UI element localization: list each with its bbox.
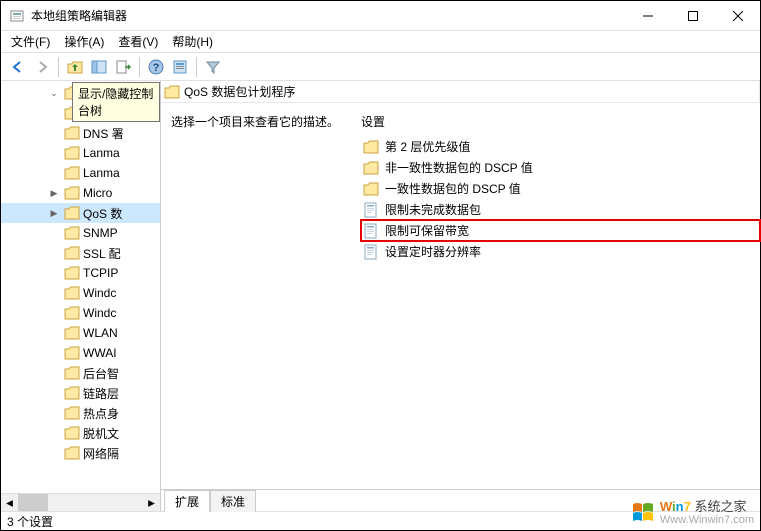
collapse-icon[interactable]: ⌄ [49, 88, 59, 99]
menu-action[interactable]: 操作(A) [64, 33, 104, 50]
tab-standard[interactable]: 标准 [210, 490, 256, 512]
tree-item[interactable]: DNS 署 [1, 123, 160, 143]
show-hide-tree-button[interactable] [88, 56, 110, 78]
menu-file[interactable]: 文件(F) [11, 33, 50, 50]
tree-item-label: SSL 配 [83, 245, 121, 262]
tree-pane: 显示/隐藏控制台树 ⌄BranclDirectDNS 署LanmaLanma▶M… [1, 81, 161, 511]
header-title-cell[interactable]: QoS 数据包计划程序 [161, 81, 760, 102]
menu-help[interactable]: 帮助(H) [172, 33, 213, 50]
tree-item[interactable]: ▶ QoS 数 [1, 203, 160, 223]
tree-item-label: Lanma [83, 146, 120, 160]
setting-label: 第 2 层优先级值 [385, 138, 470, 155]
properties-button[interactable] [169, 56, 191, 78]
description-text: 选择一个项目来查看它的描述。 [171, 113, 361, 130]
settings-column-header[interactable]: 设置 [361, 113, 760, 130]
tree-item[interactable]: Windc [1, 303, 160, 323]
menu-view[interactable]: 查看(V) [118, 33, 158, 50]
tree-item-label: TCPIP [83, 266, 118, 280]
tree-item[interactable]: ▶ Micro [1, 183, 160, 203]
setting-item[interactable]: 限制未完成数据包 [361, 199, 760, 220]
splitter[interactable] [156, 81, 160, 511]
close-button[interactable] [715, 1, 760, 30]
tree-item[interactable]: WWAI [1, 343, 160, 363]
tree-item-label: WWAI [83, 346, 117, 360]
setting-item[interactable]: 限制可保留带宽 [361, 220, 760, 241]
tree-item-label: QoS 数 [83, 205, 122, 222]
svg-text:?: ? [153, 62, 160, 74]
tree-item-label: Windc [83, 286, 116, 300]
tree-item[interactable]: SSL 配 [1, 243, 160, 263]
policy-icon [363, 202, 379, 218]
setting-label: 限制可保留带宽 [385, 222, 469, 239]
maximize-button[interactable] [670, 1, 715, 30]
folder-icon [363, 140, 379, 154]
setting-item[interactable]: 第 2 层优先级值 [361, 136, 760, 157]
tree-item-label: 脱机文 [83, 425, 119, 442]
expand-icon[interactable]: ▶ [49, 188, 59, 199]
tooltip: 显示/隐藏控制台树 [72, 82, 160, 122]
watermark-url: Www.Winwin7.com [660, 514, 754, 526]
toolbar: ? [1, 53, 760, 81]
policy-icon [363, 244, 379, 260]
export-button[interactable] [112, 56, 134, 78]
tree-item-label: SNMP [83, 226, 118, 240]
setting-item[interactable]: 一致性数据包的 DSCP 值 [361, 178, 760, 199]
scroll-left-button[interactable]: ◂ [1, 494, 18, 511]
watermark: Win7 系统之家 Www.Winwin7.com [630, 500, 754, 526]
policy-icon [363, 223, 379, 239]
tree-item-label: WLAN [83, 326, 118, 340]
forward-button[interactable] [31, 56, 53, 78]
menubar: 文件(F) 操作(A) 查看(V) 帮助(H) [1, 31, 760, 53]
setting-item[interactable]: 非一致性数据包的 DSCP 值 [361, 157, 760, 178]
tree-item-label: 网络隔 [83, 445, 119, 462]
tree-item-label: 后台智 [83, 365, 119, 382]
tree-item[interactable]: 脱机文 [1, 423, 160, 443]
filter-button[interactable] [202, 56, 224, 78]
windows-logo-icon [630, 500, 656, 526]
tree-item-label: 链路层 [83, 385, 119, 402]
tree-item[interactable]: TCPIP [1, 263, 160, 283]
tree-item[interactable]: WLAN [1, 323, 160, 343]
help-button[interactable]: ? [145, 56, 167, 78]
tree-item-label: Micro [83, 186, 112, 200]
folder-icon [363, 182, 379, 196]
minimize-button[interactable] [625, 1, 670, 30]
setting-label: 限制未完成数据包 [385, 201, 481, 218]
tree-item-label: Lanma [83, 166, 120, 180]
up-folder-button[interactable] [64, 56, 86, 78]
scrollbar-horizontal[interactable] [18, 494, 143, 511]
tree-item[interactable]: 网络隔 [1, 443, 160, 463]
tree-item[interactable]: 链路层 [1, 383, 160, 403]
back-button[interactable] [7, 56, 29, 78]
tree-item[interactable]: 热点身 [1, 403, 160, 423]
tree-item[interactable]: Lanma [1, 143, 160, 163]
expand-icon[interactable]: ▶ [49, 208, 59, 219]
tree-item[interactable]: Windc [1, 283, 160, 303]
setting-label: 设置定时器分辨率 [385, 243, 481, 260]
window-title: 本地组策略编辑器 [31, 7, 625, 24]
watermark-tagline: 系统之家 [694, 499, 746, 514]
setting-item[interactable]: 设置定时器分辨率 [361, 241, 760, 262]
tree-item-label: 热点身 [83, 405, 119, 422]
setting-label: 一致性数据包的 DSCP 值 [385, 180, 521, 197]
tab-extended[interactable]: 扩展 [164, 490, 210, 512]
tree-item[interactable]: Lanma [1, 163, 160, 183]
header-title-text: QoS 数据包计划程序 [184, 83, 295, 100]
tree-item-label: DNS 署 [83, 125, 124, 142]
list-header: QoS 数据包计划程序 [161, 81, 760, 103]
tree-item[interactable]: 后台智 [1, 363, 160, 383]
status-text: 3 个设置 [7, 513, 53, 530]
setting-label: 非一致性数据包的 DSCP 值 [385, 159, 533, 176]
app-icon [9, 8, 25, 24]
tree-item[interactable]: SNMP [1, 223, 160, 243]
folder-icon [363, 161, 379, 175]
tree-item-label: Windc [83, 306, 116, 320]
